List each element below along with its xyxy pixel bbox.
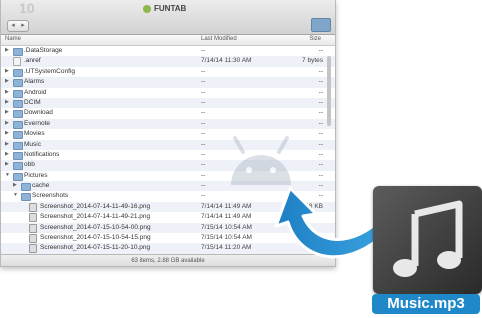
music-file-label: Music.mp3 [372, 294, 480, 314]
music-file-icon[interactable] [373, 186, 482, 294]
music-note-icon [393, 200, 463, 277]
